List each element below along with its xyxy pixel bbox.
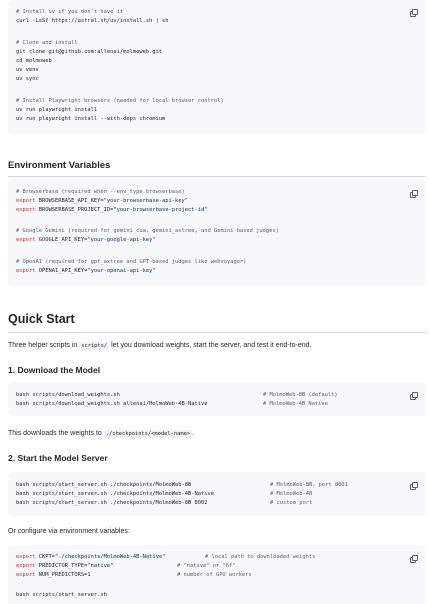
code-line: # Install Playwright browsers (needed fo… [16,98,224,104]
code-keyword: export [16,207,36,213]
code-line: bash scripts/download_weights.sh allenai… [16,401,208,407]
copy-icon[interactable] [410,482,418,490]
copy-icon[interactable] [410,392,418,400]
code-variable: GOOGLE_API_KEY= [35,237,88,243]
code-string: "./checkpoints/MolmoWeb-4B-Native" [54,554,166,560]
code-keyword: export [16,237,36,243]
code-string: "your-browserbase-api-key" [103,198,189,204]
code-comment: # "native" or "hf" [177,563,236,569]
code-line: bash scripts/start_server.sh [16,592,107,598]
code-variable: NUM_PREDICTORS=1 [35,572,91,578]
heading-divider [8,176,426,177]
download-code-block: bash scripts/download_weights.sh # Molmo… [8,382,426,416]
code-line: bash scripts/download_weights.sh [16,392,120,398]
code-variable: PREDICTOR_TYPE= [35,563,88,569]
code-variable: BROWSERBASE_PROJECT_ID= [35,207,114,213]
inline-code: scripts/ [79,342,110,350]
server-config-note: Or configure via environment variables: [8,528,130,535]
code-keyword: export [16,198,36,204]
code-comment: # local path to downloaded weights [205,554,316,560]
code-line: bash scripts/start_server.sh ./checkpoin… [16,500,208,506]
subheading-download-model: 1. Download the Model [8,365,101,375]
code-line: export NUM_PREDICTORS=1 [16,572,91,579]
code-line: git clone git@github.com:allenai/molmowe… [16,49,163,55]
download-note: This downloads the weights to ./checkpoi… [8,430,195,438]
code-line: export BROWSERBASE_PROJECT_ID="your-brow… [16,207,208,214]
code-string: "your-browserbase-project-id" [113,207,208,213]
code-line: uv sync [16,76,39,82]
section-heading-quick-start: Quick Start [8,312,75,326]
intro-text: let you download weights, start the serv… [109,342,312,349]
code-line: export PREDICTOR_TYPE="native" [16,563,113,570]
code-string: "your-openai-api-key" [87,268,156,274]
subheading-start-server: 2. Start the Model Server [8,453,108,463]
code-line: export BROWSERBASE_API_KEY="your-browser… [16,198,188,205]
code-comment: # MolmoWeb-8B (default) [263,392,338,398]
env-code-block: # Browserbase (required when --env_type … [8,180,426,286]
code-comment: # MolmoWeb-8B, port 8001 [270,482,348,488]
code-string: "your-google-api-key" [87,237,156,243]
code-comment: # number of GPU workers [177,572,252,578]
code-line: uv run playwright install --with-deps ch… [16,116,166,122]
intro-text: Three helper scripts in [8,342,80,349]
code-line: bash scripts/start_server.sh ./checkpoin… [16,491,214,497]
code-variable: BROWSERBASE_API_KEY= [35,198,104,204]
code-line: uv venv [16,67,39,73]
code-keyword: export [16,572,36,578]
code-line: # Install uv if you don't have it [16,9,124,15]
note-text: . [192,430,195,437]
code-variable: CKPT= [35,554,55,560]
code-string: "native" [87,563,114,569]
code-comment: # custom port [270,500,313,506]
code-line: # Google Gemini (required for gemini_cua… [16,228,279,234]
code-line: # Browserbase (required when --env_type … [16,189,185,195]
code-line: # OpenAI (required for gpt_axtree and GP… [16,259,247,265]
copy-icon[interactable] [410,9,418,17]
code-keyword: export [16,563,36,569]
section-heading-environment-variables: Environment Variables [8,160,111,171]
heading-divider [8,332,426,333]
code-line: curl -LsSf https://astral.sh/uv/install.… [16,18,169,24]
code-line: # Clone and install [16,40,78,46]
code-line: cd molmoweb [16,58,52,64]
copy-icon[interactable] [410,190,418,198]
copy-icon[interactable] [410,555,418,563]
code-comment: # MolmoWeb-4B Native [263,401,328,407]
server-code-block: bash scripts/start_server.sh ./checkpoin… [8,472,426,516]
note-text: This downloads the weights to [8,430,104,437]
install-code-block: # Install uv if you don't have it curl -… [8,0,426,134]
code-line: export GOOGLE_API_KEY="your-google-api-k… [16,237,156,244]
code-line: uv run playwright install [16,107,98,113]
code-keyword: export [16,554,36,560]
code-comment: # MolmoWeb-4B [270,491,313,497]
env-config-code-block: export CKPT="./checkpoints/MolmoWeb-4B-N… [8,545,426,604]
code-variable: OPENAI_API_KEY= [35,268,88,274]
code-line: bash scripts/start_server.sh ./checkpoin… [16,482,192,488]
code-keyword: export [16,268,36,274]
inline-code: ./checkpoints/<model-name> [103,430,193,438]
code-line: export OPENAI_API_KEY="your-openai-api-k… [16,268,156,275]
code-line: export CKPT="./checkpoints/MolmoWeb-4B-N… [16,554,165,561]
quick-start-intro: Three helper scripts in scripts/ let you… [8,342,312,350]
